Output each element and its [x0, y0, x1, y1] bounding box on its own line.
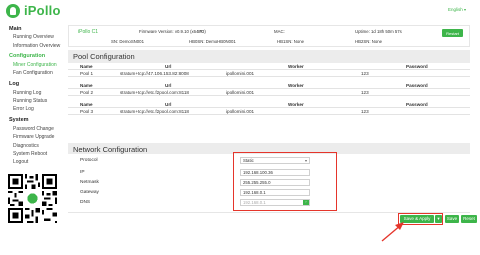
ip-label: IP:	[198, 29, 204, 34]
ip-field-label: IP	[80, 170, 85, 175]
nav-group-log: Log Running Log Running Status Error Log	[0, 80, 66, 114]
save-button[interactable]: Save	[445, 215, 459, 223]
language-label: English	[447, 7, 463, 12]
gateway-label: Gateway	[80, 190, 99, 195]
pool-url[interactable]: stratum+tcp://etc.f2pool.com:8118	[120, 109, 189, 114]
col-worker: Worker	[288, 64, 304, 69]
sidebar-item-password-change[interactable]: Password Change	[0, 125, 66, 133]
pool-worker[interactable]: ipollomini.001	[226, 90, 254, 95]
hashboard0-serial: HB0SN: DemoHB0N001	[189, 39, 236, 44]
col-password: Password	[406, 83, 428, 88]
reset-button[interactable]: Reset	[461, 215, 477, 223]
pool-config-title: Pool Configuration	[68, 50, 470, 63]
sidebar-item-firmware-upgrade[interactable]: Firmware Upgrade	[0, 133, 66, 141]
pool-table: Name Url Worker Password Pool 1 stratum+…	[68, 63, 470, 115]
save-apply-highlight-box	[398, 213, 443, 225]
mac-label: MAC:	[274, 29, 285, 34]
pool-row[interactable]: Pool 1 stratum+tcp://47.106.153.82:8008 …	[68, 70, 470, 77]
sidebar-item-diagnostics[interactable]: Diagnostics	[0, 141, 66, 149]
nav-head-main[interactable]: Main	[0, 24, 66, 33]
nav-group-system: System Password Change Firmware Upgrade …	[0, 116, 66, 167]
nav-head-log[interactable]: Log	[0, 80, 66, 89]
pool-url[interactable]: stratum+tcp://etc.f2pool.com:8118	[120, 90, 189, 95]
col-worker: Worker	[288, 83, 304, 88]
nav-group-main: Main Running Overview Information Overvi…	[0, 24, 66, 50]
pool-header-row: Name Url Worker Password	[68, 101, 470, 108]
col-worker: Worker	[288, 102, 304, 107]
pool-name: Pool 2	[80, 90, 94, 95]
nav-head-configuration[interactable]: Configuration	[0, 52, 66, 61]
firmware-version: Firmware Version: v0.9.10 (x64 n3)	[139, 29, 206, 34]
pool-name: Pool 1	[80, 71, 94, 76]
sidebar-item-running-log[interactable]: Running Log	[0, 89, 66, 97]
col-name: Name	[80, 64, 93, 69]
netmask-label: Netmask	[80, 180, 99, 185]
col-url: Url	[165, 64, 172, 69]
brand-logo[interactable]: iPollo	[6, 3, 61, 18]
brand-name: iPollo	[24, 3, 61, 18]
ipollo-logo-icon	[6, 3, 20, 18]
pool-row[interactable]: Pool 3 stratum+tcp://etc.f2pool.com:8118…	[68, 108, 470, 115]
hashboard2-serial: HB2SN: None	[355, 39, 382, 44]
sidebar-item-miner-configuration[interactable]: Miner Configuration	[0, 61, 66, 69]
device-name: iPollo C1	[78, 29, 99, 35]
pool-row[interactable]: Pool 2 stratum+tcp://etc.f2pool.com:8118…	[68, 89, 470, 96]
pool-url[interactable]: stratum+tcp://47.106.153.82:8008	[120, 71, 189, 76]
col-url: Url	[165, 102, 172, 107]
pool-worker[interactable]: ipollomini.001	[226, 71, 254, 76]
sidebar-item-system-reboot[interactable]: System Reboot	[0, 150, 66, 158]
hashboard1-serial: HB1SN: None	[277, 39, 304, 44]
pool-password[interactable]: 123	[361, 71, 369, 76]
nav-head-system[interactable]: System	[0, 116, 66, 125]
col-name: Name	[80, 83, 93, 88]
sidebar-item-fan-configuration[interactable]: Fan Configuration	[0, 69, 66, 77]
device-info-bar: iPollo C1 Firmware Version: v0.9.10 (x64…	[68, 25, 470, 47]
serial-number: SN: DemoSN001	[111, 39, 144, 44]
pool-password[interactable]: 123	[361, 90, 369, 95]
sidebar-item-information-overview[interactable]: Information Overview	[0, 41, 66, 49]
pool-name: Pool 3	[80, 109, 94, 114]
restart-button[interactable]: Restart	[442, 29, 463, 37]
pool-worker[interactable]: ipollomini.001	[226, 109, 254, 114]
language-chevron-icon: ▾	[463, 7, 466, 12]
sidebar-item-running-overview[interactable]: Running Overview	[0, 33, 66, 41]
top-header: iPollo English ▾	[0, 0, 480, 22]
protocol-label: Protocol	[80, 158, 98, 163]
qr-code-icon	[6, 172, 59, 225]
language-select[interactable]: English ▾	[448, 7, 466, 12]
col-name: Name	[80, 102, 93, 107]
sidebar-item-running-status[interactable]: Running Status	[0, 97, 66, 105]
nav-group-configuration: Configuration Miner Configuration Fan Co…	[0, 52, 66, 78]
pool-password[interactable]: 123	[361, 109, 369, 114]
pool-header-row: Name Url Worker Password	[68, 82, 470, 89]
col-url: Url	[165, 83, 172, 88]
network-highlight-box	[233, 152, 337, 211]
col-password: Password	[406, 64, 428, 69]
sidebar-item-logout[interactable]: Logout	[0, 158, 66, 166]
pool-header-row: Name Url Worker Password	[68, 63, 470, 70]
sidebar-item-error-log[interactable]: Error Log	[0, 105, 66, 113]
dns-label: DNS	[80, 200, 91, 205]
col-password: Password	[406, 102, 428, 107]
uptime: Uptime: 1d 18h 50m 57s	[355, 29, 402, 34]
